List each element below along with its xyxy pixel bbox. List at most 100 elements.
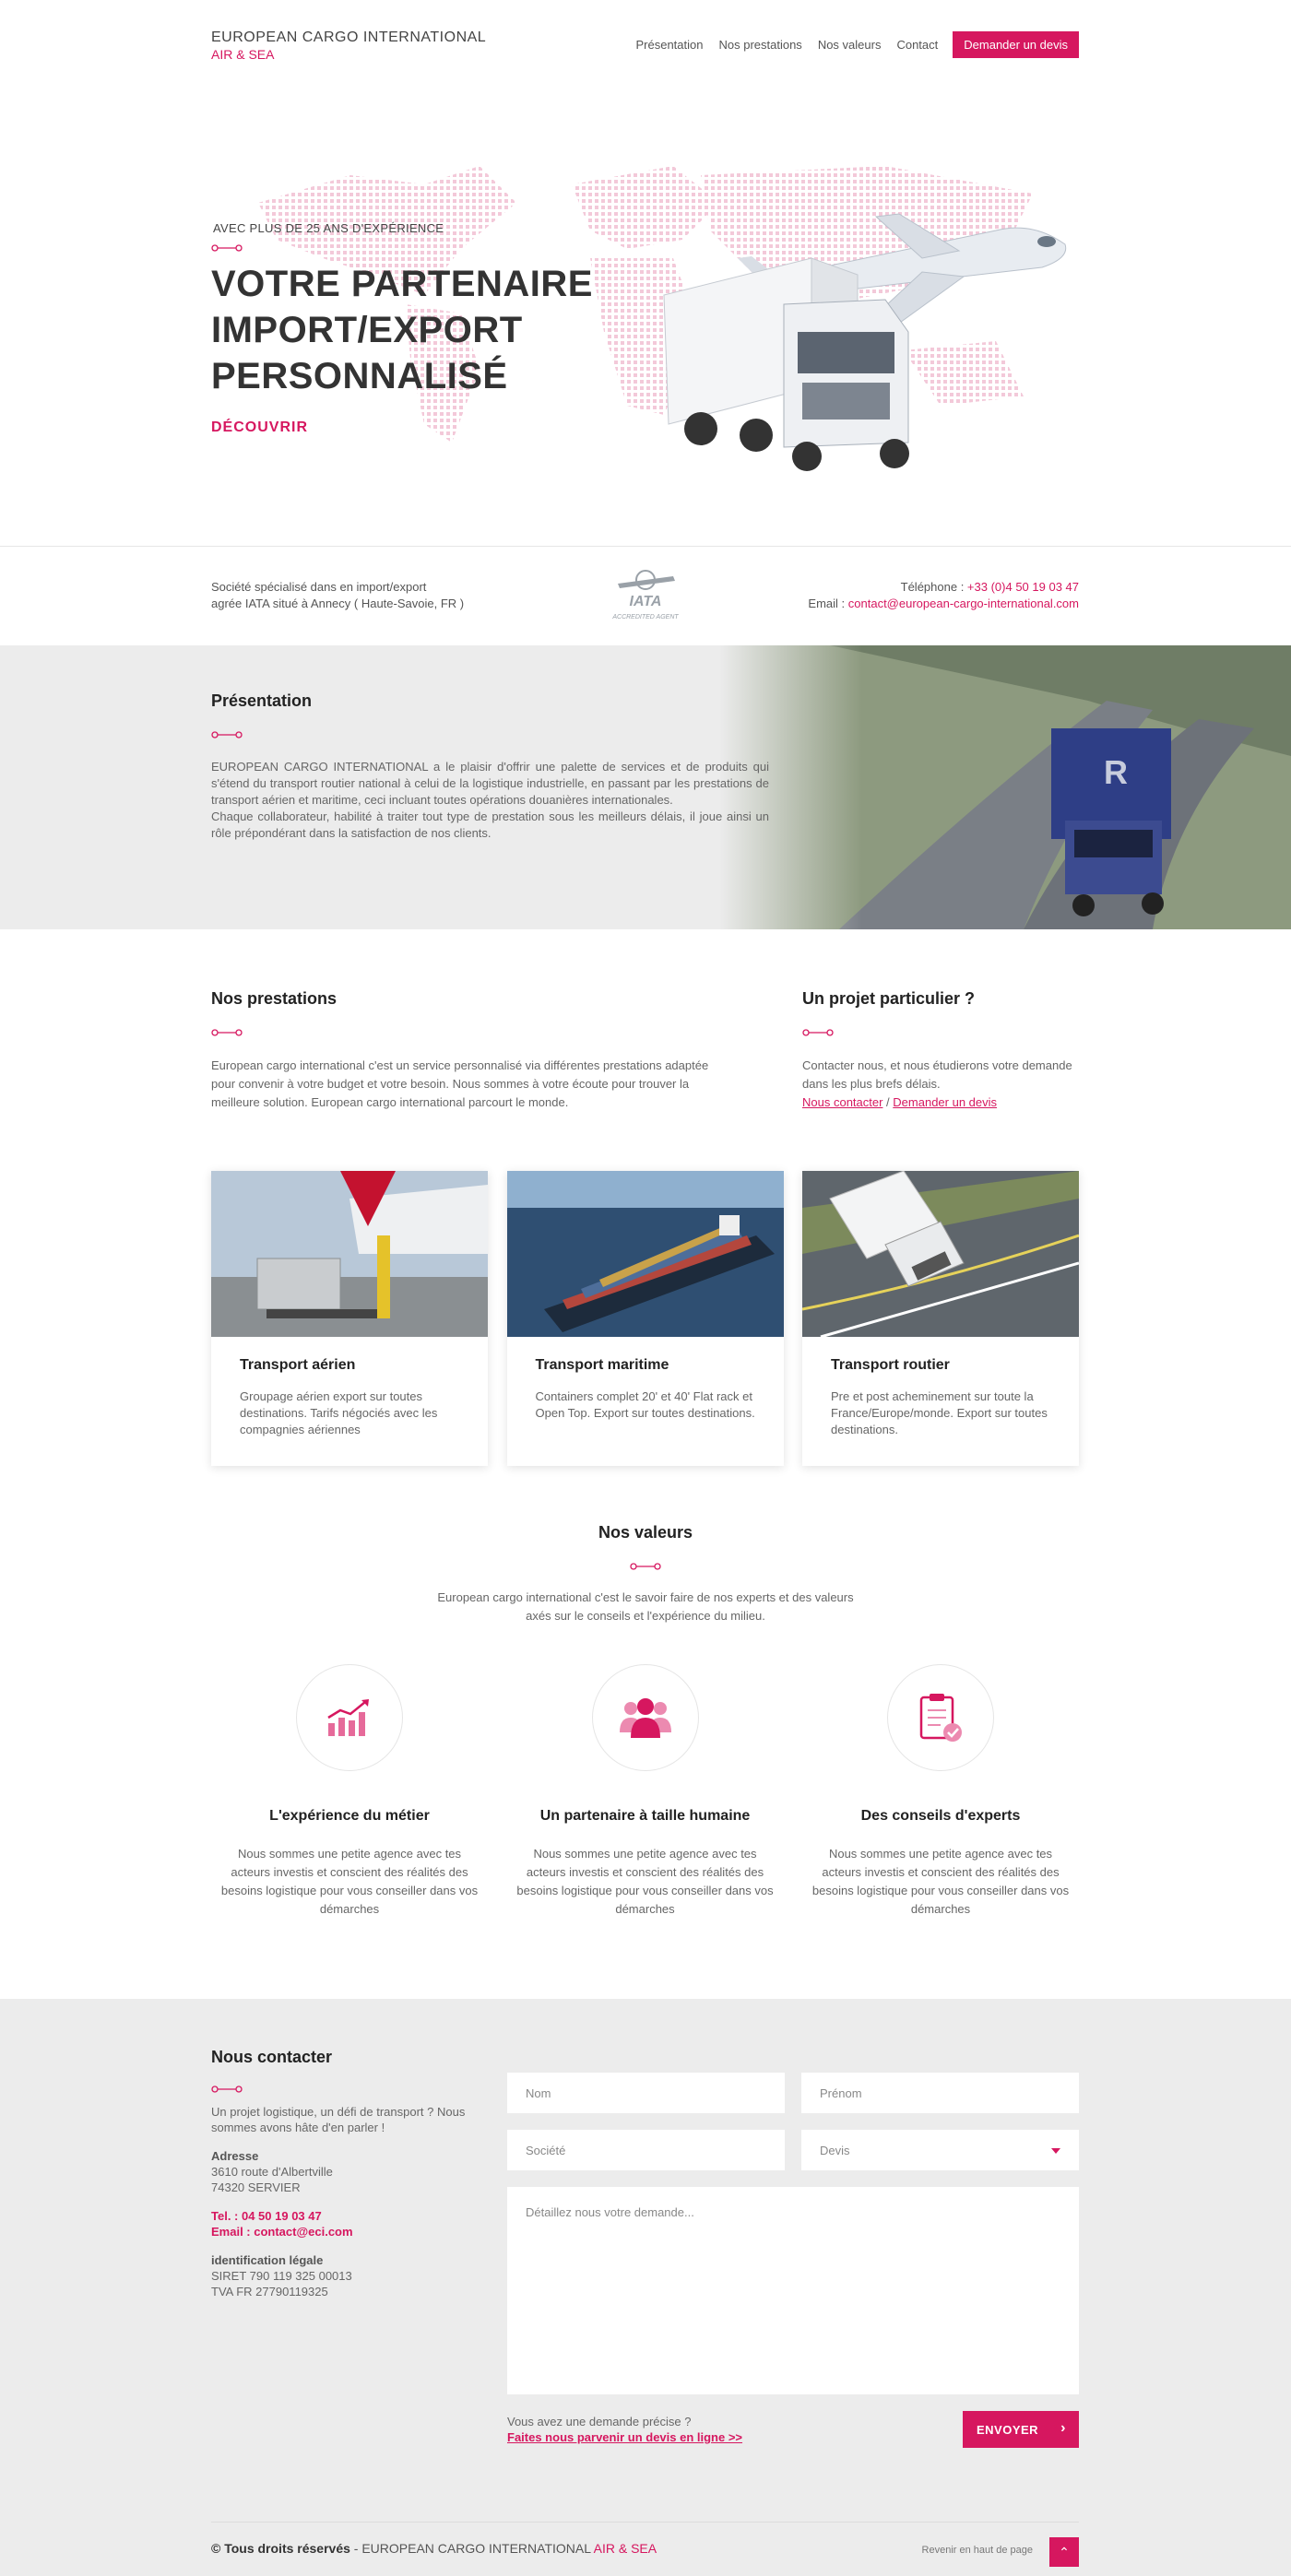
- contact-direct: Tel. : 04 50 19 03 47 Email : contact@ec…: [211, 2208, 488, 2239]
- email-link[interactable]: Email : contact@eci.com: [211, 2225, 353, 2239]
- hero-text: AVEC PLUS DE 25 ANS D'EXPÉRIENCE VOTRE P…: [211, 221, 593, 436]
- copyright-name: EUROPEAN CARGO INTERNATIONAL: [361, 2541, 594, 2556]
- connector-decoration-icon: [211, 244, 243, 252]
- hero-title-line: VOTRE PARTENAIRE: [211, 264, 593, 304]
- legal-block: identification légale SIRET 790 119 325 …: [211, 2252, 488, 2299]
- company-description: Société spécialisé dans en import/export…: [211, 579, 464, 612]
- card-text: Groupage aérien export sur toutes destin…: [240, 1389, 438, 1436]
- back-to-top-button[interactable]: ⌃: [1049, 2537, 1079, 2567]
- main-nav: Présentation Nos prestations Nos valeurs…: [620, 31, 1079, 58]
- societe-input[interactable]: Société: [507, 2130, 785, 2170]
- connector-decoration-icon: [211, 2086, 243, 2093]
- value-icon-circle: [591, 1664, 699, 1771]
- values-list: L'expérience du métier Nous sommes une p…: [211, 1664, 1079, 1919]
- team-icon: [619, 1698, 671, 1738]
- email-line: Email : contact@european-cargo-internati…: [808, 596, 1079, 612]
- legal-label: identification légale: [211, 2253, 324, 2267]
- copyright-sep: -: [349, 2541, 362, 2556]
- hero-title-line: PERSONNALISÉ: [211, 356, 508, 396]
- sea-freight-image: [506, 1171, 784, 1337]
- svg-text:IATA: IATA: [630, 594, 662, 609]
- svg-text:ACCREDITED AGENT: ACCREDITED AGENT: [611, 614, 679, 620]
- hero-title-line: IMPORT/EXPORT: [211, 310, 523, 350]
- company-description-line: Société spécialisé dans en import/export: [211, 580, 427, 594]
- phone-link[interactable]: +33 (0)4 50 19 03 47: [967, 580, 1079, 594]
- contact-title: Nous contacter: [211, 2048, 333, 2066]
- blue-truck-road-image: R: [719, 645, 1291, 929]
- connector-decoration-icon: [802, 1029, 834, 1036]
- back-to-top-link[interactable]: Revenir en haut de page: [922, 2545, 1033, 2556]
- value-text: Nous sommes une petite agence avec tes a…: [811, 1847, 1070, 1916]
- nom-input[interactable]: Nom: [507, 2073, 785, 2113]
- project-block: Un projet particulier ? Contacter nous, …: [802, 989, 1079, 1112]
- address-label: Adresse: [211, 2149, 259, 2163]
- service-card-road[interactable]: Transport routier Pre et post achemineme…: [802, 1171, 1079, 1466]
- value-item: Des conseils d'experts Nous sommes une p…: [802, 1664, 1079, 1919]
- card-title: Transport routier: [831, 1357, 950, 1373]
- service-card-sea[interactable]: Transport maritime Containers complet 20…: [506, 1171, 784, 1466]
- presentation-paragraph: EUROPEAN CARGO INTERNATIONAL a le plaisi…: [211, 760, 769, 807]
- card-text: Containers complet 20' et 40' Flat rack …: [535, 1389, 755, 1420]
- request-type-select[interactable]: Devis: [801, 2130, 1079, 2170]
- service-card-air[interactable]: Transport aérien Groupage aérien export …: [211, 1171, 488, 1466]
- truck-icon: [663, 257, 909, 471]
- send-label: ENVOYER: [977, 2422, 1039, 2437]
- email-link[interactable]: contact@european-cargo-international.com: [848, 597, 1079, 610]
- request-quote-button[interactable]: Demander un devis: [953, 31, 1079, 58]
- presentation-section: R Présentation EUROPEAN CARGO INTERNATIO…: [0, 645, 1291, 929]
- connector-decoration-icon: [630, 1563, 661, 1570]
- siret: SIRET 790 119 325 00013: [211, 2269, 352, 2283]
- presentation-text: Présentation EUROPEAN CARGO INTERNATIONA…: [211, 691, 769, 842]
- send-button[interactable]: ENVOYER ›: [963, 2411, 1079, 2448]
- site-footer: © Tous droits réservés - EUROPEAN CARGO …: [211, 2522, 1079, 2567]
- form-footer: Vous avez une demande précise ? Faites n…: [507, 2411, 1079, 2448]
- hero-eyebrow: AVEC PLUS DE 25 ANS D'EXPÉRIENCE: [213, 221, 444, 235]
- clipboard-check-icon: [919, 1694, 962, 1742]
- site-header: EUROPEAN CARGO INTERNATIONAL AIR & SEA P…: [211, 28, 1079, 74]
- connector-decoration-icon: [211, 1029, 243, 1036]
- link-separator: /: [882, 1095, 894, 1109]
- copyright-bold: © Tous droits réservés: [211, 2541, 350, 2556]
- truck-and-plane-image: [663, 213, 1067, 471]
- hero-section: AVEC PLUS DE 25 ANS D'EXPÉRIENCE VOTRE P…: [0, 111, 1291, 544]
- address-block: Adresse 3610 route d'Albertville 74320 S…: [211, 2148, 488, 2195]
- card-text: Pre et post acheminement sur toute la Fr…: [831, 1389, 1048, 1436]
- card-title: Transport aérien: [240, 1357, 356, 1373]
- card-title: Transport maritime: [535, 1357, 669, 1373]
- prenom-input[interactable]: Prénom: [801, 2073, 1079, 2113]
- value-item: Un partenaire à taille humaine Nous somm…: [507, 1664, 784, 1919]
- tel-link[interactable]: Tel. : 04 50 19 03 47: [211, 2209, 322, 2223]
- discover-link[interactable]: DÉCOUVRIR: [211, 419, 593, 436]
- phone-label: Téléphone :: [900, 580, 967, 594]
- message-textarea[interactable]: Détaillez nous votre demande...: [507, 2187, 1079, 2394]
- iata-logo: IATA ACCREDITED AGENT: [611, 570, 679, 620]
- info-strip: Société spécialisé dans en import/export…: [0, 546, 1291, 645]
- nav-contact[interactable]: Contact: [896, 38, 938, 52]
- contact-us-link[interactable]: Nous contacter: [802, 1095, 882, 1109]
- logo-subtitle: AIR & SEA: [211, 47, 275, 62]
- chevron-down-icon: [1051, 2148, 1060, 2154]
- contact-form: Nom Prénom Société Devis Détaillez nous …: [507, 2073, 1079, 2448]
- nav-prestations[interactable]: Nos prestations: [718, 38, 801, 52]
- value-title: L'expérience du métier: [269, 1808, 430, 1824]
- online-quote-link[interactable]: Faites nous parvenir un devis en ligne >…: [507, 2430, 742, 2444]
- values-header: Nos valeurs European cargo international…: [0, 1523, 1291, 1625]
- request-quote-link[interactable]: Demander un devis: [893, 1095, 997, 1109]
- project-title: Un projet particulier ?: [802, 989, 976, 1008]
- phone-line: Téléphone : +33 (0)4 50 19 03 47: [808, 579, 1079, 596]
- air-freight-image: [211, 1171, 488, 1337]
- contact-intro: Un projet logistique, un défi de transpo…: [211, 2105, 466, 2134]
- service-cards: Transport aérien Groupage aérien export …: [211, 1171, 1079, 1466]
- services-intro: Nos prestations European cargo internati…: [211, 989, 728, 1112]
- address-line: 74320 SERVIER: [211, 2180, 301, 2194]
- tva: TVA FR 27790119325: [211, 2285, 328, 2298]
- copyright: © Tous droits réservés - EUROPEAN CARGO …: [211, 2541, 657, 2556]
- contact-section: Nous contacter Un projet logistique, un …: [0, 1999, 1291, 2576]
- chevron-up-icon: ⌃: [1059, 2545, 1070, 2559]
- services-title: Nos prestations: [211, 989, 338, 1008]
- nav-presentation[interactable]: Présentation: [635, 38, 703, 52]
- nav-valeurs[interactable]: Nos valeurs: [818, 38, 882, 52]
- hero-title: VOTRE PARTENAIRE IMPORT/EXPORT PERSONNAL…: [211, 261, 593, 399]
- chevron-right-icon: ›: [1060, 2420, 1066, 2436]
- value-text: Nous sommes une petite agence avec tes a…: [220, 1847, 479, 1916]
